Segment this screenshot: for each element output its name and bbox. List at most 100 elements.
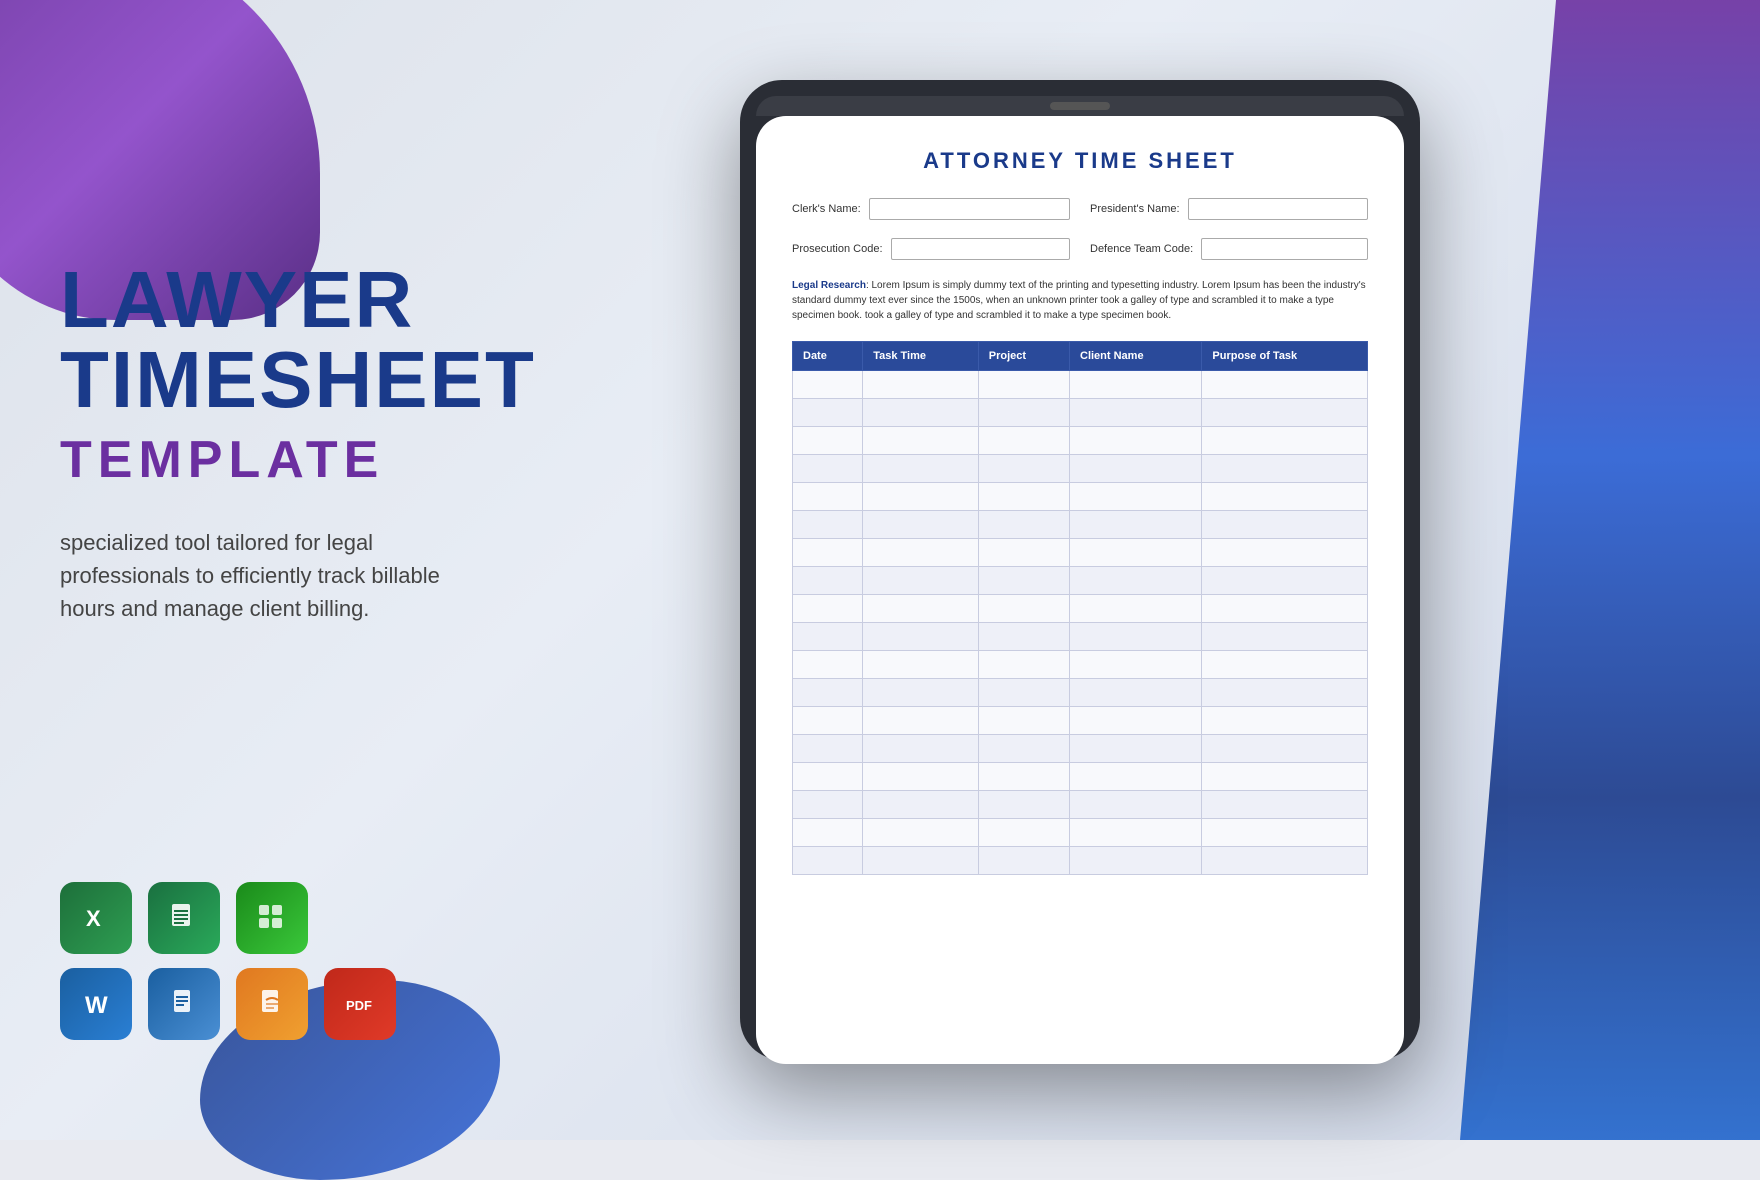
presidents-name-field: President's Name: <box>1090 198 1368 220</box>
table-cell <box>978 371 1069 399</box>
excel-icon[interactable]: X <box>60 882 132 954</box>
defence-team-code-field: Defence Team Code: <box>1090 238 1368 260</box>
table-row <box>793 847 1368 875</box>
table-cell <box>978 819 1069 847</box>
col-task-time: Task Time <box>863 342 979 371</box>
clerks-name-input[interactable] <box>869 198 1070 220</box>
table-cell <box>1202 707 1368 735</box>
table-cell <box>793 427 863 455</box>
table-cell <box>978 595 1069 623</box>
table-cell <box>793 567 863 595</box>
table-cell <box>1070 791 1202 819</box>
table-cell <box>1070 455 1202 483</box>
document-content: ATTORNEY TIME SHEET Clerk's Name: Presid… <box>756 116 1404 1044</box>
table-cell <box>1202 679 1368 707</box>
table-cell <box>793 483 863 511</box>
table-cell <box>793 623 863 651</box>
svg-text:X: X <box>86 906 101 931</box>
table-cell <box>863 455 979 483</box>
legal-research-body: : Lorem Ipsum is simply dummy text of th… <box>792 280 1366 321</box>
google-sheets-icon[interactable] <box>148 882 220 954</box>
clerks-name-field: Clerk's Name: <box>792 198 1070 220</box>
prosecution-code-input[interactable] <box>891 238 1071 260</box>
left-panel: LAWYER TIMESHEET TEMPLATE specialized to… <box>60 260 520 625</box>
form-row-2: Prosecution Code: Defence Team Code: <box>792 238 1368 260</box>
table-cell <box>863 791 979 819</box>
table-cell <box>978 707 1069 735</box>
table-cell <box>1202 399 1368 427</box>
table-row <box>793 819 1368 847</box>
table-row <box>793 483 1368 511</box>
table-cell <box>793 847 863 875</box>
table-cell <box>1202 427 1368 455</box>
title-template: TEMPLATE <box>60 430 520 490</box>
table-row <box>793 511 1368 539</box>
table-body <box>793 371 1368 875</box>
table-cell <box>793 763 863 791</box>
table-cell <box>978 427 1069 455</box>
table-cell <box>863 539 979 567</box>
table-cell <box>978 567 1069 595</box>
table-cell <box>793 371 863 399</box>
table-cell <box>1202 455 1368 483</box>
table-cell <box>1070 819 1202 847</box>
table-cell <box>863 399 979 427</box>
table-cell <box>978 847 1069 875</box>
word-icon[interactable]: W <box>60 968 132 1040</box>
numbers-icon[interactable] <box>236 882 308 954</box>
tablet-device: ATTORNEY TIME SHEET Clerk's Name: Presid… <box>740 80 1420 1060</box>
table-cell <box>863 819 979 847</box>
table-cell <box>793 595 863 623</box>
table-cell <box>1070 847 1202 875</box>
presidents-name-label: President's Name: <box>1090 203 1180 215</box>
table-cell <box>1070 763 1202 791</box>
table-header-row: Date Task Time Project Client Name Purpo… <box>793 342 1368 371</box>
table-cell <box>1202 539 1368 567</box>
pages-icon[interactable] <box>236 968 308 1040</box>
table-cell <box>978 399 1069 427</box>
table-cell <box>978 511 1069 539</box>
table-cell <box>1070 427 1202 455</box>
presidents-name-input[interactable] <box>1188 198 1368 220</box>
table-cell <box>863 567 979 595</box>
table-row <box>793 651 1368 679</box>
table-cell <box>1070 539 1202 567</box>
table-cell <box>793 455 863 483</box>
table-cell <box>793 539 863 567</box>
table-cell <box>978 539 1069 567</box>
app-icons-container: X W <box>60 882 396 1040</box>
table-cell <box>1202 511 1368 539</box>
table-cell <box>1202 819 1368 847</box>
table-cell <box>793 791 863 819</box>
table-cell <box>863 763 979 791</box>
prosecution-code-label: Prosecution Code: <box>792 243 883 255</box>
table-row <box>793 427 1368 455</box>
table-cell <box>863 847 979 875</box>
table-cell <box>978 735 1069 763</box>
table-cell <box>1202 623 1368 651</box>
prosecution-code-field: Prosecution Code: <box>792 238 1070 260</box>
tablet-screen: ATTORNEY TIME SHEET Clerk's Name: Presid… <box>756 116 1404 1064</box>
legal-research-text: Legal Research: Lorem Ipsum is simply du… <box>792 278 1368 323</box>
legal-research-label: Legal Research <box>792 280 866 291</box>
table-cell <box>793 679 863 707</box>
pdf-icon[interactable]: PDF <box>324 968 396 1040</box>
table-row <box>793 455 1368 483</box>
table-cell <box>1202 791 1368 819</box>
table-cell <box>1202 763 1368 791</box>
table-cell <box>1202 567 1368 595</box>
app-icons-row2: W PDF <box>60 968 396 1040</box>
table-row <box>793 735 1368 763</box>
table-cell <box>863 427 979 455</box>
table-cell <box>1070 651 1202 679</box>
defence-team-code-input[interactable] <box>1201 238 1368 260</box>
col-client-name: Client Name <box>1070 342 1202 371</box>
table-cell <box>1070 511 1202 539</box>
table-cell <box>1070 707 1202 735</box>
svg-text:PDF: PDF <box>346 998 372 1013</box>
table-cell <box>1070 735 1202 763</box>
google-docs-icon[interactable] <box>148 968 220 1040</box>
document-title: ATTORNEY TIME SHEET <box>792 148 1368 174</box>
table-row <box>793 623 1368 651</box>
table-cell <box>1070 399 1202 427</box>
